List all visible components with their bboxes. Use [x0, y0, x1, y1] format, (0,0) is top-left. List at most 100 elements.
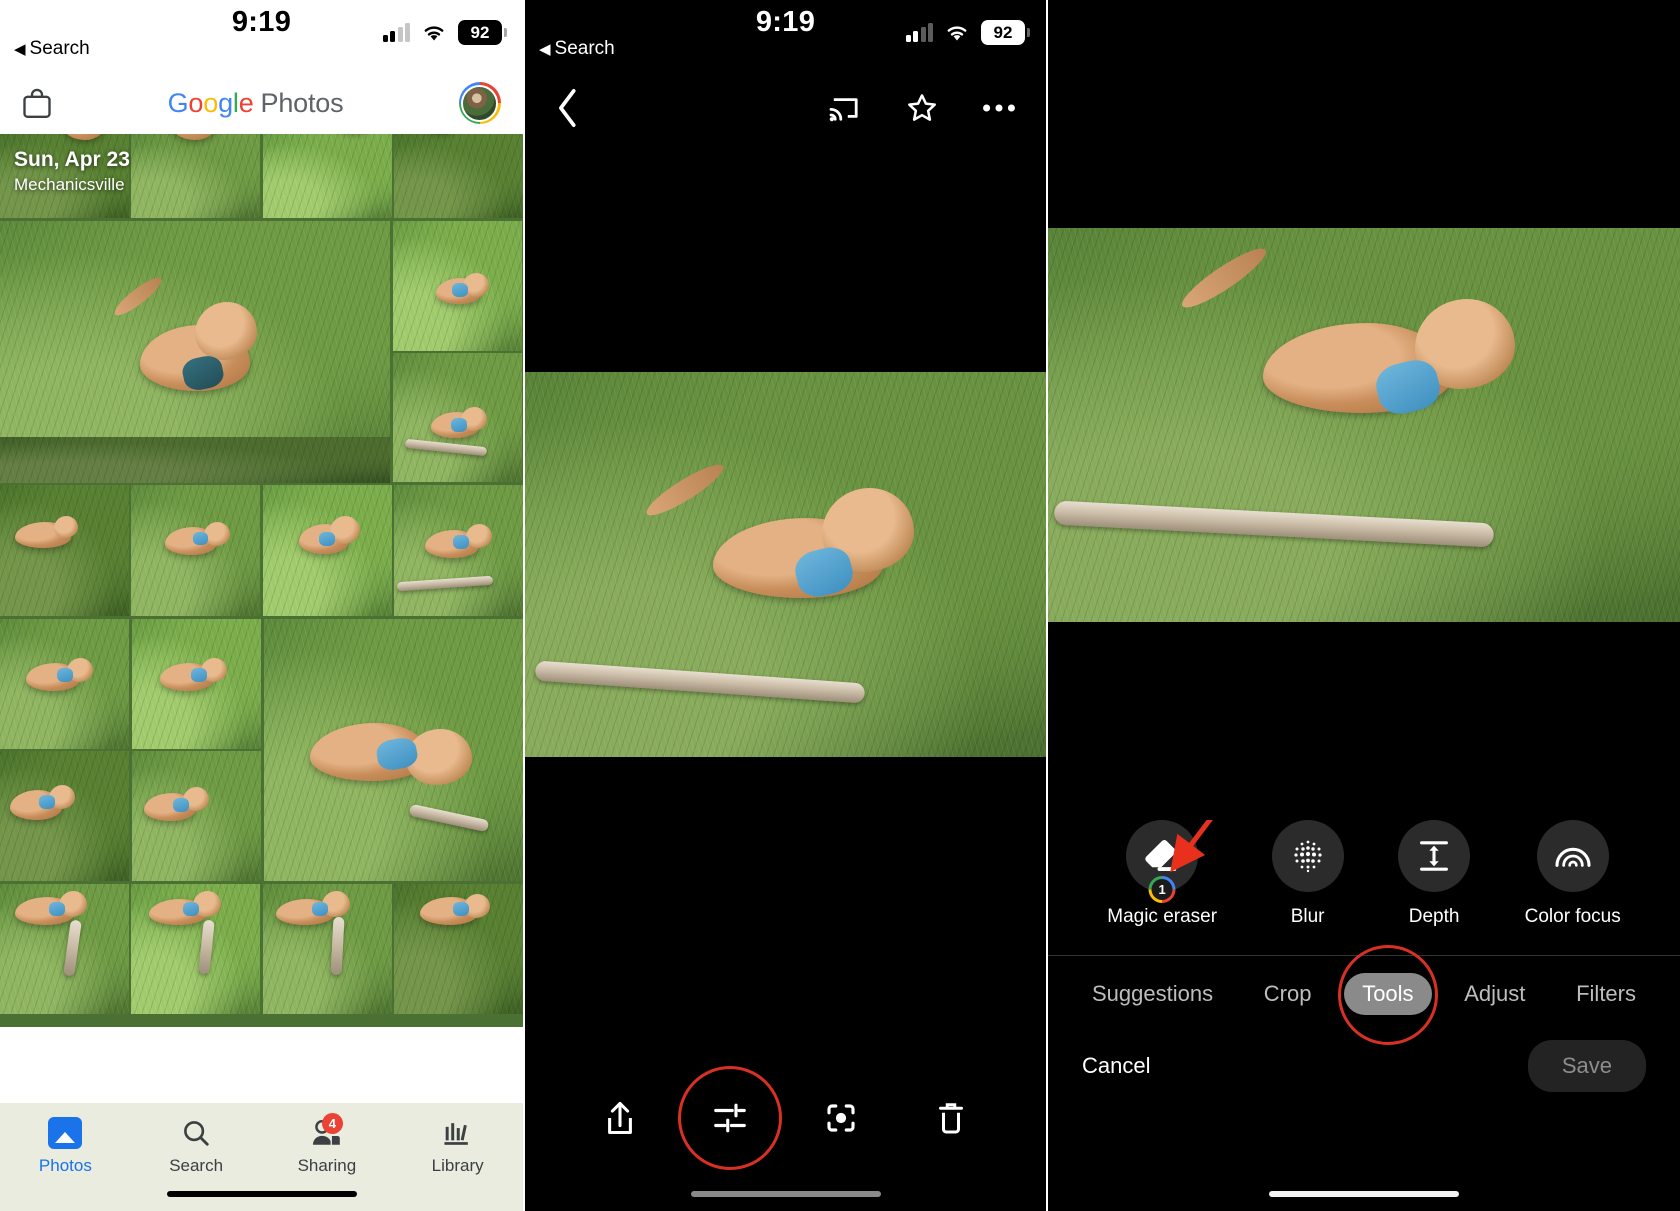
logo-letter-o2: o: [203, 87, 219, 118]
photo-thumbnail[interactable]: [131, 883, 261, 1014]
viewer-top-bar: [525, 72, 1046, 144]
avatar[interactable]: [458, 82, 501, 124]
home-indicator: [1269, 1191, 1459, 1197]
tool-color-focus[interactable]: Color focus: [1525, 820, 1621, 928]
sharing-badge: 4: [321, 1113, 343, 1134]
status-back-label: Search: [29, 38, 90, 59]
tool-depth[interactable]: Depth: [1398, 820, 1471, 928]
nav-label-library: Library: [431, 1156, 484, 1175]
status-back-to-search[interactable]: ◀ Search: [14, 38, 90, 60]
save-button[interactable]: Save: [1527, 1040, 1646, 1092]
photo-thumbnail[interactable]: [392, 220, 522, 351]
library-icon: [440, 1117, 476, 1149]
photo-thumbnail[interactable]: [394, 134, 523, 218]
photos-icon: [47, 1117, 83, 1149]
status-back-to-search[interactable]: ◀ Search: [539, 38, 615, 60]
battery-tip: [504, 28, 507, 37]
tool-label-magic-eraser: Magic eraser: [1107, 906, 1218, 927]
photo-thumbnail[interactable]: [131, 618, 261, 749]
depth-icon: [1398, 820, 1471, 892]
photo-thumbnail[interactable]: [394, 485, 523, 616]
cast-icon[interactable]: [828, 94, 862, 122]
tool-blur[interactable]: Blur: [1271, 820, 1344, 928]
back-triangle-icon: ◀: [14, 40, 26, 58]
viewer-photo[interactable]: [525, 372, 1046, 757]
panel-google-photos-library: 9:19 ◀ Search 92 Google Photos Sun, Apr …: [0, 0, 523, 1211]
photo-thumbnail[interactable]: [131, 751, 261, 881]
photo-thumbnail[interactable]: [0, 485, 129, 616]
nav-item-sharing[interactable]: 4 Sharing: [262, 1113, 393, 1176]
tab-tools[interactable]: Tools: [1344, 973, 1432, 1015]
home-indicator: [690, 1191, 881, 1197]
eraser-count-value: 1: [1151, 879, 1173, 900]
screenshot-root: 9:19 ◀ Search 92 Google Photos Sun, Apr …: [0, 0, 1680, 1211]
tool-label-blur: Blur: [1290, 906, 1325, 927]
nav-item-search[interactable]: Search: [131, 1117, 262, 1176]
edit-icon[interactable]: [678, 1066, 783, 1170]
photo-thumbnail[interactable]: [262, 883, 392, 1014]
nav-item-photos[interactable]: Photos: [0, 1117, 131, 1176]
app-header: Google Photos: [0, 72, 523, 134]
status-indicators: 92: [382, 20, 507, 45]
group-date: Sun, Apr 23: [14, 148, 130, 171]
blur-dots-icon: [1271, 820, 1344, 892]
panel-photo-viewer: 9:19 ◀ Search 92: [523, 0, 1046, 1211]
tool-magic-eraser[interactable]: 1 Magic eraser: [1107, 820, 1217, 928]
photo-thumbnail[interactable]: [0, 883, 129, 1014]
photo-thumbnail[interactable]: [0, 618, 129, 749]
home-indicator: [166, 1191, 357, 1197]
eraser-icon: 1: [1126, 820, 1199, 903]
logo-letter-g2: g: [218, 87, 233, 118]
nav-item-library[interactable]: Library: [392, 1117, 523, 1176]
grid-row: [0, 618, 523, 881]
editor-tools-row: 1 Magic eraser Blur Depth Color focus: [1048, 820, 1680, 950]
wifi-icon: [424, 26, 444, 41]
wifi-icon: [947, 26, 967, 41]
grid-row: [0, 220, 523, 483]
logo-word-photos: Photos: [260, 87, 344, 118]
google-photos-logo: Google Photos: [168, 88, 344, 119]
cancel-button[interactable]: Cancel: [1082, 1053, 1150, 1079]
share-icon[interactable]: [591, 1089, 649, 1147]
photo-thumbnail[interactable]: [394, 883, 523, 1014]
battery-level: 92: [458, 20, 502, 45]
grid-row: [0, 485, 523, 616]
photo-thumbnail[interactable]: [0, 220, 390, 483]
back-chevron-icon[interactable]: [555, 88, 581, 128]
photo-thumbnail[interactable]: [131, 485, 261, 616]
editor-photo-preview[interactable]: [1048, 228, 1680, 622]
tab-adjust[interactable]: Adjust: [1446, 973, 1543, 1015]
photo-thumbnail[interactable]: [262, 485, 392, 616]
more-options-icon[interactable]: [982, 102, 1016, 114]
logo-letter-e: e: [238, 87, 254, 118]
shopping-bag-icon[interactable]: [22, 86, 52, 120]
color-focus-icon: [1536, 820, 1609, 892]
status-back-label: Search: [554, 38, 615, 59]
nav-label-photos: Photos: [38, 1156, 92, 1175]
tool-label-color-focus: Color focus: [1524, 906, 1621, 927]
lens-icon[interactable]: [812, 1089, 870, 1147]
tool-label-depth: Depth: [1408, 906, 1460, 927]
photo-thumbnail[interactable]: [263, 618, 523, 881]
sharing-icon: 4: [309, 1113, 345, 1149]
viewer-actions: [828, 92, 1016, 124]
photo-thumbnail[interactable]: [262, 134, 392, 218]
delete-icon[interactable]: [922, 1089, 980, 1147]
tab-suggestions[interactable]: Suggestions: [1074, 973, 1231, 1015]
eraser-count-badge: 1: [1148, 876, 1176, 903]
editor-divider: [1048, 955, 1680, 956]
panel-photo-editor: 1 Magic eraser Blur Depth Color focus Su…: [1046, 0, 1680, 1211]
nav-label-sharing: Sharing: [297, 1156, 357, 1175]
photo-thumbnail[interactable]: [392, 353, 522, 482]
photo-thumbnail[interactable]: [131, 134, 261, 218]
tab-filters[interactable]: Filters: [1558, 973, 1654, 1015]
search-icon: [178, 1117, 214, 1149]
tab-crop[interactable]: Crop: [1246, 973, 1330, 1015]
logo-letter-o1: o: [188, 87, 204, 118]
star-icon[interactable]: [906, 92, 938, 124]
photo-thumbnail[interactable]: [0, 751, 129, 881]
status-bar: 9:19 ◀ Search 92: [0, 0, 523, 72]
status-indicators: 92: [905, 20, 1030, 45]
date-group-header: Sun, Apr 23 Mechanicsville: [14, 148, 130, 195]
grid-row: [0, 883, 523, 1014]
